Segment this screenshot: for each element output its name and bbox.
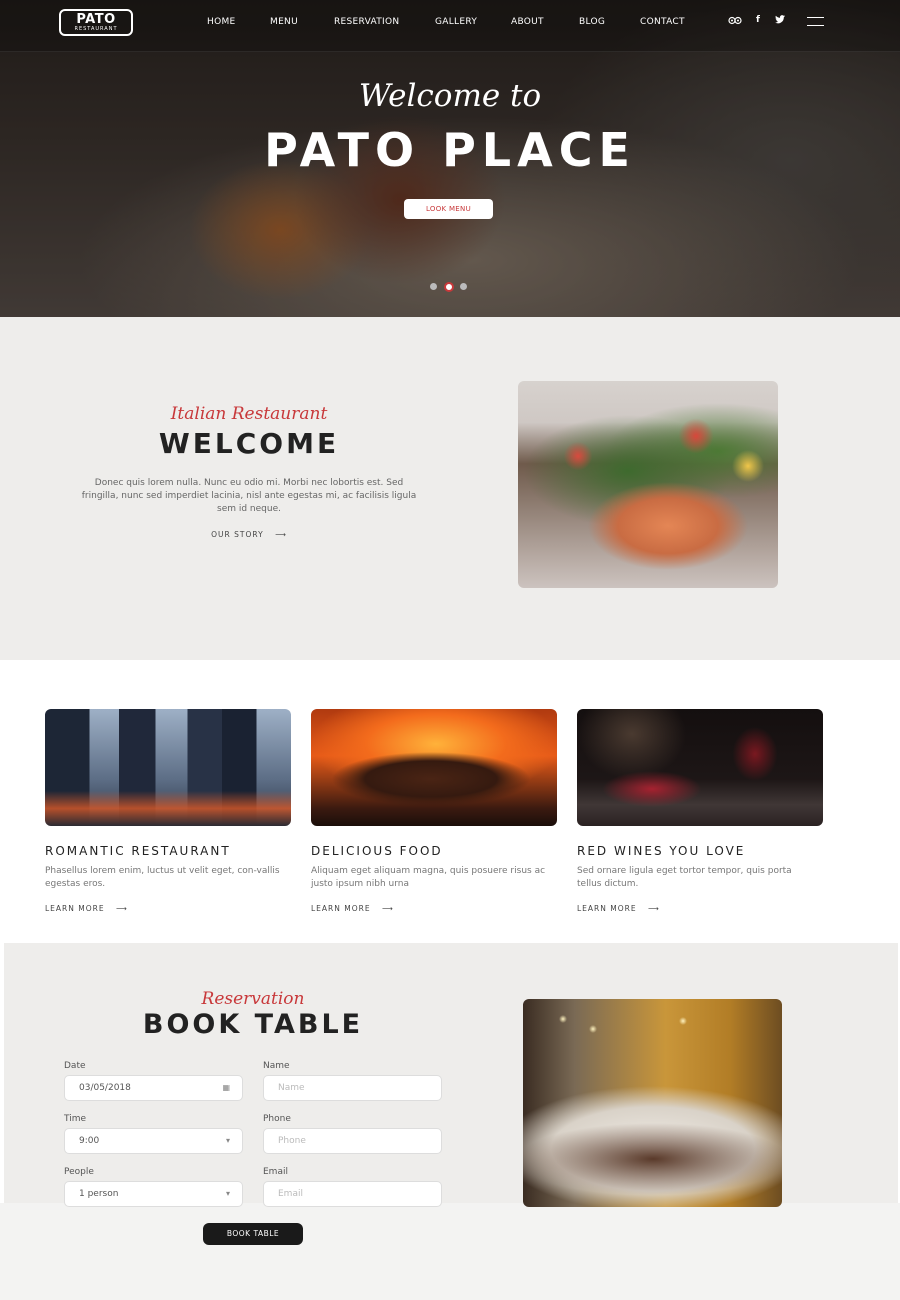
slide-dot-3[interactable] [460, 283, 467, 290]
tripadvisor-icon[interactable] [728, 15, 742, 28]
learn-more-label: LEARN MORE [577, 904, 637, 913]
learn-more-link-romantic[interactable]: LEARN MORE ⟶ [45, 904, 128, 913]
nav-item-reservation[interactable]: RESERVATION [334, 17, 399, 27]
reservation-title: BOOK TABLE [142, 1009, 364, 1040]
phone-field[interactable]: Phone [263, 1128, 442, 1154]
welcome-title: WELCOME [158, 427, 340, 460]
nav-item-contact[interactable]: CONTACT [640, 17, 685, 27]
arrow-right-icon: ⟶ [381, 904, 394, 913]
red-wine-image [577, 709, 823, 826]
main-menu: HOME MENU RESERVATION GALLERY ABOUT BLOG… [0, 17, 900, 31]
learn-more-label: LEARN MORE [45, 904, 105, 913]
features-section: ROMANTIC RESTAURANT Phasellus lorem enim… [0, 660, 900, 943]
time-select[interactable]: 9:00 ▾ [64, 1128, 243, 1154]
calendar-icon: ▦ [222, 1083, 230, 1092]
welcome-script-heading: Italian Restaurant [170, 404, 328, 424]
name-placeholder: Name [278, 1083, 305, 1093]
learn-more-link-food[interactable]: LEARN MORE ⟶ [311, 904, 394, 913]
slide-dot-1[interactable] [430, 283, 437, 290]
feature-title-wines: RED WINES YOU LOVE [577, 844, 746, 858]
grilled-ribs-image [311, 709, 557, 826]
arrow-right-icon: ⟶ [275, 530, 287, 539]
nav-item-gallery[interactable]: GALLERY [435, 17, 477, 27]
hero-slider: PATO RESTAURANT HOME MENU RESERVATION GA… [0, 0, 900, 317]
feature-text-wines: Sed ornare ligula eget tortor tempor, qu… [577, 866, 792, 889]
date-value: 03/05/2018 [79, 1083, 131, 1093]
people-label: People [64, 1167, 94, 1177]
time-label: Time [64, 1114, 87, 1124]
phone-label: Phone [263, 1114, 291, 1124]
phone-placeholder: Phone [278, 1136, 306, 1146]
nav-item-about[interactable]: ABOUT [511, 17, 544, 27]
caret-down-icon: ▾ [225, 1189, 230, 1198]
welcome-section: Italian Restaurant WELCOME Donec quis lo… [0, 317, 900, 660]
romantic-restaurant-image [45, 709, 291, 826]
email-field[interactable]: Email [263, 1181, 442, 1207]
welcome-body-text: Donec quis lorem nulla. Nunc eu odio mi.… [81, 478, 417, 514]
nav-item-home[interactable]: HOME [207, 17, 236, 27]
people-value: 1 person [79, 1189, 119, 1199]
email-placeholder: Email [278, 1189, 303, 1199]
facebook-icon[interactable]: f [756, 15, 760, 25]
learn-more-link-wines[interactable]: LEARN MORE ⟶ [577, 904, 660, 913]
date-field[interactable]: 03/05/2018 ▦ [64, 1075, 243, 1101]
twitter-icon[interactable] [775, 15, 785, 27]
hamburger-menu-icon[interactable] [807, 17, 824, 27]
name-label: Name [263, 1061, 290, 1071]
our-story-link[interactable]: OUR STORY ⟶ [80, 530, 418, 539]
name-field[interactable]: Name [263, 1075, 442, 1101]
book-table-button[interactable]: BOOK TABLE [203, 1223, 303, 1245]
time-value: 9:00 [79, 1136, 100, 1146]
reservation-section-footer-band [0, 1203, 900, 1300]
arrow-right-icon: ⟶ [115, 904, 128, 913]
dining-table-image [523, 999, 782, 1207]
caret-down-icon: ▾ [225, 1136, 230, 1145]
feature-title-romantic: ROMANTIC RESTAURANT [45, 844, 231, 858]
email-label: Email [263, 1167, 288, 1177]
people-select[interactable]: 1 person ▾ [64, 1181, 243, 1207]
feature-text-food: Aliquam eget aliquam magna, quis posuere… [311, 866, 546, 889]
look-menu-button[interactable]: LOOK MENU [404, 199, 493, 219]
feature-title-food: DELICIOUS FOOD [311, 844, 443, 858]
reservation-script-heading: Reservation [201, 989, 305, 1009]
date-label: Date [64, 1061, 86, 1071]
slide-dot-2[interactable] [444, 281, 454, 292]
our-story-label: OUR STORY [211, 530, 264, 539]
hero-script-heading: Welcome to [358, 78, 542, 114]
arrow-right-icon: ⟶ [647, 904, 660, 913]
nav-item-blog[interactable]: BLOG [579, 17, 605, 27]
salmon-dish-image [518, 381, 778, 588]
learn-more-label: LEARN MORE [311, 904, 371, 913]
top-navbar: PATO RESTAURANT HOME MENU RESERVATION GA… [0, 0, 900, 52]
hero-title: PATO PLACE [264, 123, 636, 177]
nav-item-menu[interactable]: MENU [270, 17, 298, 27]
feature-text-romantic: Phasellus lorem enim, luctus ut velit eg… [45, 866, 280, 889]
